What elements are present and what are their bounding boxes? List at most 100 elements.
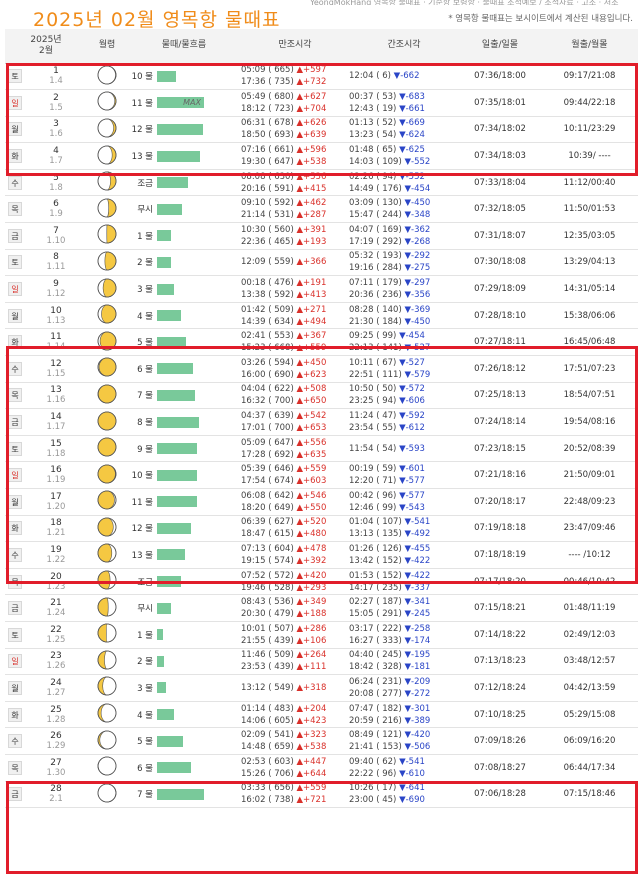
low-tide-1-time: 03:17 ( 222) <box>349 623 402 634</box>
high-tide-2: 16:00 ( 690) ▲+623 <box>241 369 349 381</box>
lunar-date: 1.13 <box>46 315 66 326</box>
high-tide-1-time: 08:43 ( 536) <box>241 597 294 608</box>
source-notice: * 영목항 물때표는 보시이트에서 계산된 내용입니다. <box>448 14 633 24</box>
sunrise-sunset: 07:30/18:08 <box>459 249 541 277</box>
weekday-badge: 화 <box>8 521 22 536</box>
lunar-date: 1.25 <box>46 634 66 645</box>
lunar-date: 1.21 <box>46 528 66 539</box>
moon-phase-icon <box>97 650 117 673</box>
high-tide-1-change: ▲+366 <box>296 257 327 268</box>
low-tide-2: 16:27 ( 333) ▼-174 <box>349 635 459 647</box>
low-tide-2: 22:51 ( 111) ▼-579 <box>349 369 459 381</box>
moonrise-moonset: 19:54/08:16 <box>541 408 638 436</box>
low-tide-1-change: ▼-641 <box>399 783 425 794</box>
low-tide-2: 13:23 ( 54) ▼-624 <box>349 129 459 141</box>
low-tide-2-change: ▼-543 <box>399 502 425 513</box>
tide-row: 일 16 1.19 10 물 05:39 ( 646) ▲+559 17:54 (… <box>5 461 638 489</box>
low-tide-1-change: ▼-422 <box>404 570 431 581</box>
low-tide-2-change: ▼-245 <box>404 609 431 620</box>
moonrise-moonset: 16:45/06:48 <box>541 328 638 357</box>
high-tide-2-change: ▲+480 <box>296 529 327 540</box>
high-tide-1-time: 02:09 ( 541) <box>241 730 294 741</box>
weekday-badge: 토 <box>8 69 22 84</box>
sunrise-sunset: 07:10/18:25 <box>459 701 541 729</box>
solar-day: 10 <box>50 305 62 316</box>
sunrise-sunset: 07:35/18:01 <box>459 89 541 117</box>
low-tide-2-time: 23:25 ( 94) <box>349 396 397 407</box>
weekday-badge: 일 <box>8 282 22 297</box>
tide-flow-bar <box>157 629 163 641</box>
high-tide-1-change: ▲+271 <box>296 304 327 315</box>
moonrise-moonset: 01:48/11:19 <box>541 594 638 622</box>
sunrise-sunset: 07:34/18:02 <box>459 116 541 144</box>
low-tide-2: 13:13 ( 135) ▼-492 <box>349 528 459 540</box>
solar-day: 2 <box>53 92 59 103</box>
low-tide-1-time: 02:26 ( 94) <box>349 171 397 182</box>
solar-day: 22 <box>50 624 62 635</box>
moonrise-moonset: 10:11/23:29 <box>541 116 638 144</box>
high-tide-1-time: 05:09 ( 647) <box>241 437 294 448</box>
weekday-badge: 일 <box>8 654 22 669</box>
mulddae-label: 7 물 <box>127 382 157 410</box>
low-tide-2-time: 14:49 ( 176) <box>349 183 402 194</box>
high-tide-1: 06:08 ( 642) ▲+546 <box>241 490 349 502</box>
low-tide-1: 07:11 ( 179) ▼-297 <box>349 277 459 289</box>
low-tide-1-change: ▼-362 <box>404 224 431 235</box>
high-tide-2-change: ▲+494 <box>296 316 327 327</box>
high-tide-1: 04:04 ( 622) ▲+508 <box>241 383 349 395</box>
tide-row: 수 5 1.8 조금 08:08 ( 630) ▲+536 20:16 ( 591… <box>5 169 638 197</box>
low-tide-1-change: ▼-552 <box>399 171 425 182</box>
low-tide-2-time: 22:51 ( 111) <box>349 369 402 380</box>
header-date: 2025년 2월 <box>5 29 87 64</box>
high-tide-2: 20:30 ( 479) ▲+188 <box>241 608 349 620</box>
tide-row: 수 19 1.22 13 물 07:13 ( 604) ▲+478 19:15 (… <box>5 541 638 569</box>
mulddae-label: 조금 <box>127 169 157 197</box>
mulddae-label: 10 물 <box>127 461 157 489</box>
high-tide-1-change: ▲+559 <box>296 783 327 794</box>
moon-phase-icon <box>97 198 117 221</box>
high-tide-1-time: 01:14 ( 483) <box>241 703 294 714</box>
low-tide-1-time: 00:42 ( 96) <box>349 490 397 501</box>
high-tide-1-time: 06:31 ( 678) <box>241 118 294 129</box>
tide-row: 금 28 2.1 7 물 03:33 ( 656) ▲+559 16:02 ( 7… <box>5 781 638 809</box>
high-tide-1-time: 06:08 ( 642) <box>241 490 294 501</box>
weekday-badge: 목 <box>8 388 22 403</box>
header-sunrise-sunset: 일출/일몰 <box>459 29 541 64</box>
high-tide-1-time: 12:09 ( 559) <box>241 257 294 268</box>
high-tide-2-change: ▲+623 <box>296 369 327 380</box>
sunrise-sunset: 07:19/18:18 <box>459 515 541 543</box>
tide-row: 일 9 1.12 3 물 00:18 ( 476) ▲+191 13:38 ( 5… <box>5 275 638 303</box>
low-tide-2-time: 14:17 ( 235) <box>349 582 402 593</box>
low-tide-2: 12:20 ( 71) ▼-577 <box>349 475 459 487</box>
high-tide-1: 07:13 ( 604) ▲+478 <box>241 543 349 555</box>
low-tide-1-time: 01:13 ( 52) <box>349 118 397 129</box>
low-tide-2-change: ▼-174 <box>404 635 431 646</box>
low-tide-2-time: 12:43 ( 19) <box>349 103 397 114</box>
high-tide-1-change: ▲+204 <box>296 703 327 714</box>
low-tide-2: 23:00 ( 45) ▼-690 <box>349 794 459 806</box>
sunrise-sunset: 07:12/18:24 <box>459 674 541 702</box>
tide-flow-bar <box>157 230 171 242</box>
high-tide-2-change: ▲+106 <box>296 635 327 646</box>
high-tide-2-time: 18:12 ( 723) <box>241 103 294 114</box>
low-tide-1-time: 00:37 ( 53) <box>349 91 397 102</box>
high-tide-1-time: 05:49 ( 680) <box>241 91 294 102</box>
low-tide-1-change: ▼-527 <box>399 357 425 368</box>
moon-phase-icon <box>97 331 117 354</box>
tide-flow-bar: MAX <box>157 97 204 109</box>
low-tide-1-change: ▼-341 <box>404 597 431 608</box>
tide-flow-bar <box>157 709 174 721</box>
low-tide-1: 10:26 ( 17) ▼-641 <box>349 782 459 794</box>
low-tide-1-change: ▼-297 <box>404 278 431 289</box>
high-tide-1-time: 05:39 ( 646) <box>241 464 294 475</box>
weekday-badge: 목 <box>8 574 22 589</box>
high-tide-2: 18:20 ( 649) ▲+550 <box>241 502 349 514</box>
weekday-badge: 금 <box>8 601 22 616</box>
sunrise-sunset: 07:31/18:07 <box>459 222 541 250</box>
high-tide-2: 21:55 ( 439) ▲+106 <box>241 635 349 647</box>
low-tide-2: 22:13 ( 141) ▼-527 <box>349 342 459 354</box>
low-tide-2-time: 22:22 ( 96) <box>349 768 397 779</box>
low-tide-2-time: 13:42 ( 152) <box>349 555 402 566</box>
low-tide-1-change: ▼-292 <box>404 251 431 262</box>
solar-day: 26 <box>50 731 62 742</box>
